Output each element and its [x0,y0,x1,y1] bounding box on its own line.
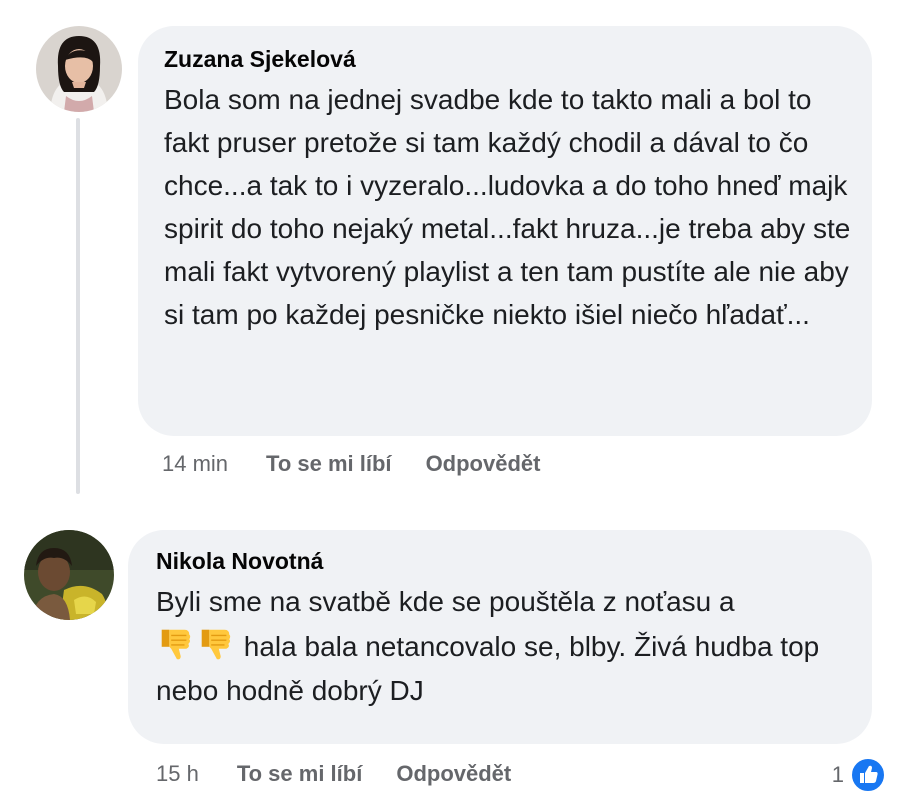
reply-button[interactable]: Odpovědět [426,451,541,477]
like-icon [850,757,886,793]
reply-button[interactable]: Odpovědět [396,761,511,787]
like-button[interactable]: To se mi líbí [266,451,392,477]
comment-time[interactable]: 14 min [162,451,228,477]
thumbs-down-icon [156,624,194,662]
comment-text: Byli sme na svatbě kde se pouštěla z noť… [156,580,856,713]
comment-text: Bola som na jednej svadbe kde to takto m… [164,84,851,330]
comment-author[interactable]: Nikola Novotná [156,546,844,576]
comment-bubble: Nikola Novotná Byli sme na svatbě kde se… [128,530,872,744]
thread-line [76,118,80,494]
comment-bubble: Zuzana Sjekelová Bola som na jednej svad… [138,26,872,436]
comment-time[interactable]: 15 h [156,761,199,787]
comment-text-rest: hala bala netancovalo se, blby. Živá hud… [156,631,820,706]
avatar[interactable] [24,530,114,620]
comment-actions: 15 h To se mi líbí Odpovědět [156,761,545,787]
comment-actions: 14 min To se mi líbí Odpovědět [162,451,574,477]
comment-author[interactable]: Zuzana Sjekelová [164,44,846,74]
comment-text-line: Byli sme na svatbě kde se pouštěla z noť… [156,586,735,617]
reaction-summary[interactable]: 1 [832,757,886,793]
reaction-count: 1 [831,762,844,787]
avatar[interactable] [36,26,122,112]
thumbs-down-icon [196,624,234,662]
like-button[interactable]: To se mi líbí [237,761,363,787]
